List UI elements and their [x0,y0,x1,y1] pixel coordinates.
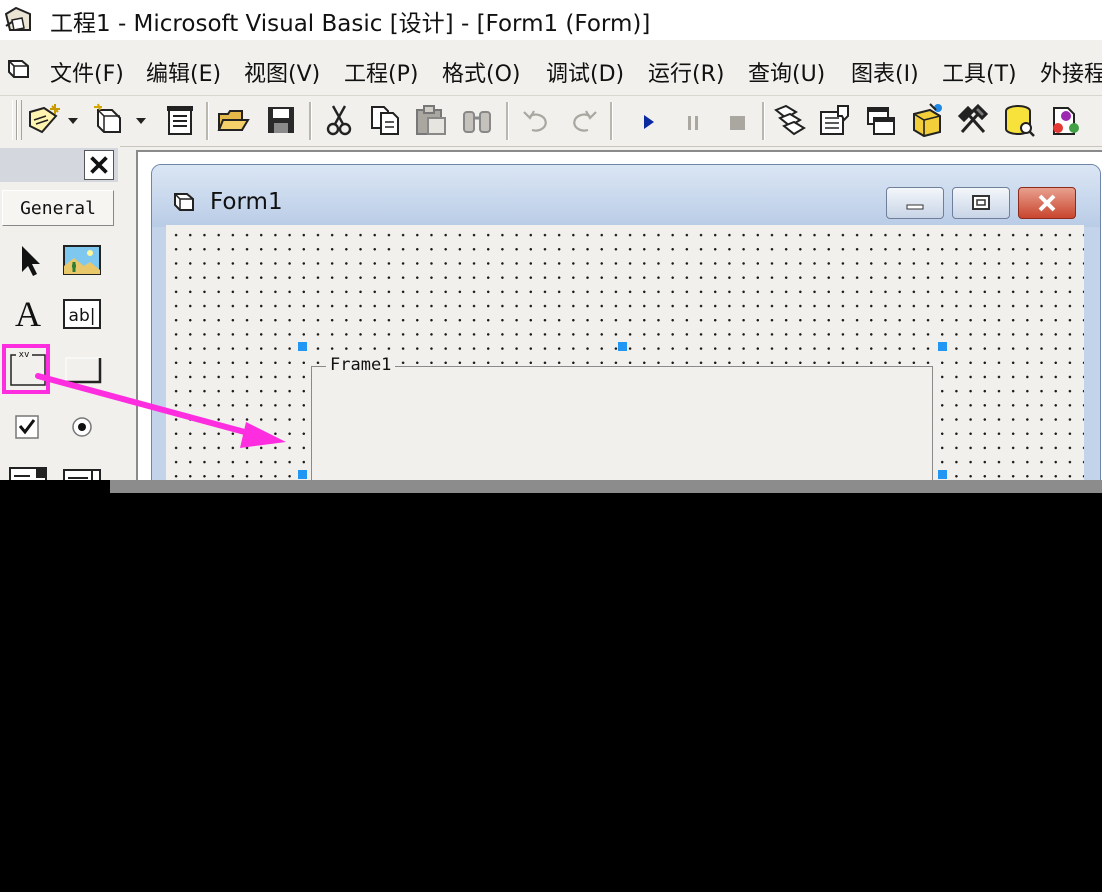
close-icon [1038,194,1056,212]
listbox-tool-icon[interactable] [60,462,104,480]
title-bar: 工程1 - Microsoft Visual Basic [设计] - [For… [0,0,1102,40]
selection-handle-middle-right[interactable] [938,470,947,479]
menu-view[interactable]: 视图(V) [244,56,320,88]
maximize-button[interactable] [952,187,1010,219]
find-icon[interactable] [460,102,494,138]
standard-toolbar [0,95,1102,147]
checkbox-tool-icon[interactable] [6,404,50,448]
cut-icon[interactable] [322,102,356,138]
menu-format[interactable]: 格式(O) [442,56,520,88]
commandbutton-tool-icon[interactable] [60,346,104,390]
selection-handle-top-left[interactable] [298,342,307,351]
minimize-button[interactable] [886,187,944,219]
toolbox-icon[interactable] [956,102,990,138]
open-project-icon[interactable] [216,102,250,138]
menu-debug[interactable]: 调试(D) [546,56,624,88]
toolbar-separator [309,102,312,140]
toolbar-separator [762,102,765,140]
break-icon[interactable] [676,102,710,138]
menu-edit[interactable]: 编辑(E) [146,56,221,88]
menu-file[interactable]: 文件(F) [50,56,124,88]
svg-text:A: A [15,294,41,334]
bottom-divider-bar [110,480,1102,493]
data-view-icon[interactable] [1002,102,1036,138]
menu-project[interactable]: 工程(P) [344,56,418,88]
selection-handle-top-right[interactable] [938,342,947,351]
toolbox-tab-general[interactable]: General [2,190,114,226]
start-icon[interactable] [632,102,666,138]
redo-icon[interactable] [566,102,600,138]
toolbox-panel: General A ab| xv [0,146,120,480]
textbox-tool-icon[interactable]: ab| [60,292,104,336]
toolbar-separator [610,102,613,140]
undo-icon[interactable] [520,102,554,138]
toolbar-grip[interactable] [17,100,22,140]
copy-icon[interactable] [368,102,402,138]
toolbar-separator [206,102,209,140]
dropdown-arrow-icon[interactable] [134,102,148,138]
paste-icon[interactable] [414,102,448,138]
restore-icon [972,195,990,210]
selection-handle-top-center[interactable] [618,342,627,351]
object-browser-icon[interactable] [910,102,944,138]
pointer-tool-icon[interactable] [8,238,52,282]
frame-tool-highlight-box [2,344,50,394]
toolbox-close-icon[interactable] [84,150,114,180]
form-icon [174,193,194,211]
menu-editor-icon[interactable] [162,102,196,138]
end-icon[interactable] [720,102,754,138]
menu-add-ins[interactable]: 外接程 [1040,56,1102,88]
form-title: Form1 [210,189,283,215]
frame1-caption: Frame1 [326,355,396,375]
properties-window-icon[interactable] [818,102,852,138]
form-system-icon[interactable] [6,58,32,80]
form-layout-icon[interactable] [864,102,898,138]
menu-bar: 文件(F) 编辑(E) 视图(V) 工程(P) 格式(O) 调试(D) 运行(R… [0,48,1102,90]
label-tool-icon[interactable]: A [6,292,50,336]
menu-diagram[interactable]: 图表(I) [851,56,919,88]
project-explorer-icon[interactable] [772,102,806,138]
minimize-icon [906,204,924,210]
dropdown-arrow-icon[interactable] [66,102,80,138]
menu-query[interactable]: 查询(U) [748,56,825,88]
vb-app-icon [4,6,31,31]
close-button[interactable] [1018,187,1076,219]
window-title: 工程1 - Microsoft Visual Basic [设计] - [For… [50,11,651,37]
menu-tools[interactable]: 工具(T) [942,56,1017,88]
toolbar-separator [506,102,509,140]
svg-text:ab|: ab| [69,306,96,326]
frame1-control[interactable]: Frame1 [311,355,933,480]
optionbutton-tool-icon[interactable] [60,404,104,448]
selection-handle-middle-left[interactable] [298,470,307,479]
add-project-icon[interactable] [26,102,66,138]
add-form-icon[interactable] [92,102,128,138]
combobox-tool-icon[interactable] [6,462,50,480]
menu-run[interactable]: 运行(R) [648,56,724,88]
save-icon[interactable] [264,102,298,138]
component-manager-icon[interactable] [1048,102,1082,138]
vb6-ide-screen: 工程1 - Microsoft Visual Basic [设计] - [For… [0,0,1102,480]
picturebox-tool-icon[interactable] [60,238,104,282]
